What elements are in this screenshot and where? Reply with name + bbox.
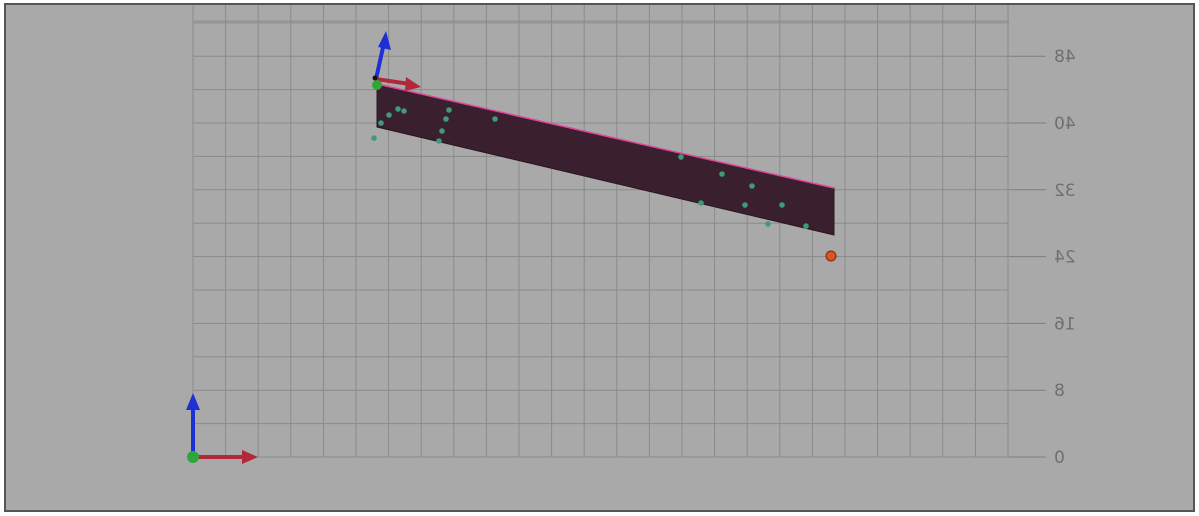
floor-grid	[192, 5, 1009, 458]
data-point	[439, 128, 445, 134]
origin-dot-icon	[372, 80, 382, 90]
tick-label: 40	[1054, 114, 1076, 134]
object-axis-gizmo[interactable]	[372, 31, 421, 91]
y-axis-ticks: 0 8 16 24 32 40 48	[1009, 47, 1076, 468]
world-axis-gizmo	[186, 393, 258, 464]
data-point	[719, 171, 725, 177]
data-point	[749, 183, 755, 189]
tick-label: 0	[1054, 448, 1065, 468]
data-point	[378, 120, 384, 126]
tick-label: 32	[1054, 181, 1076, 201]
z-arrow-icon	[374, 42, 386, 80]
tick-label: 16	[1054, 314, 1076, 334]
data-point	[698, 200, 704, 206]
data-point	[446, 107, 452, 113]
3d-viewport[interactable]: 0 8 16 24 32 40 48	[4, 3, 1195, 512]
data-point	[765, 221, 771, 227]
data-point	[436, 138, 442, 144]
data-point	[678, 154, 684, 160]
data-point	[492, 116, 498, 122]
z-arrowhead-icon	[186, 393, 200, 410]
tick-label: 24	[1054, 248, 1076, 268]
data-point	[803, 223, 809, 229]
data-point	[371, 135, 377, 141]
target-marker[interactable]	[825, 250, 837, 262]
tick-label: 48	[1054, 47, 1076, 67]
x-arrowhead-icon	[405, 77, 421, 91]
data-point	[779, 202, 785, 208]
scene-canvas[interactable]: 0 8 16 24 32 40 48	[6, 5, 1195, 512]
data-point	[386, 112, 392, 118]
tick-label: 8	[1054, 381, 1065, 401]
selected-panel[interactable]	[376, 83, 835, 236]
data-point	[443, 116, 449, 122]
data-point	[395, 106, 401, 112]
origin-dot-icon	[187, 451, 199, 463]
x-arrowhead-icon	[242, 450, 258, 464]
data-point	[401, 108, 407, 114]
data-point	[742, 202, 748, 208]
